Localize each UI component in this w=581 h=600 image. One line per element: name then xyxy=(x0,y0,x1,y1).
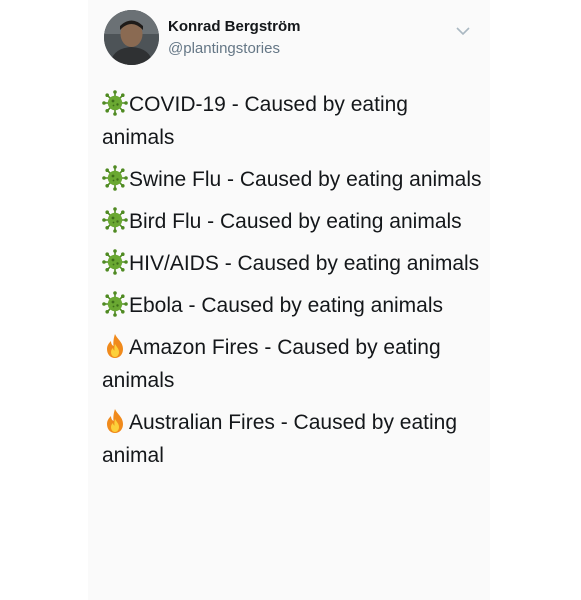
tweet-line: Swine Flu - Caused by eating animals xyxy=(102,163,482,196)
tweet-line: Australian Fires - Caused by eating anim… xyxy=(102,406,482,472)
fire-icon xyxy=(102,333,128,359)
virus-icon xyxy=(102,249,128,275)
author-handle[interactable]: @plantingstories xyxy=(168,40,280,57)
tweet-line: Ebola - Caused by eating animals xyxy=(102,289,482,322)
fire-icon xyxy=(102,408,128,434)
tweet-line-text: HIV/AIDS - Caused by eating animals xyxy=(129,252,480,275)
author-name[interactable]: Konrad Bergström xyxy=(168,18,301,35)
screenshot-page: Konrad Bergström @plantingstories COVID-… xyxy=(0,0,581,600)
chevron-down-icon[interactable] xyxy=(454,24,472,38)
virus-icon xyxy=(102,291,128,317)
tweet-line: COVID-19 - Caused by eating animals xyxy=(102,88,482,154)
virus-icon xyxy=(102,90,128,116)
tweet-line-text: COVID-19 - Caused by eating animals xyxy=(102,93,408,149)
tweet-line-text: Swine Flu - Caused by eating animals xyxy=(129,168,482,191)
virus-icon xyxy=(102,165,128,191)
avatar-image xyxy=(104,10,159,65)
tweet-line-text: Ebola - Caused by eating animals xyxy=(129,294,444,317)
tweet-line: Bird Flu - Caused by eating animals xyxy=(102,205,482,238)
virus-icon xyxy=(102,207,128,233)
tweet-line-text: Australian Fires - Caused by eating anim… xyxy=(102,411,457,467)
tweet-line-text: Bird Flu - Caused by eating animals xyxy=(129,210,462,233)
tweet-text: COVID-19 - Caused by eating animals Swine… xyxy=(102,88,482,481)
tweet-line-text: Amazon Fires - Caused by eating animals xyxy=(102,336,441,392)
tweet-line: HIV/AIDS - Caused by eating animals xyxy=(102,247,482,280)
avatar[interactable] xyxy=(104,10,159,65)
tweet-line: Amazon Fires - Caused by eating animals xyxy=(102,331,482,397)
tweet-header: Konrad Bergström @plantingstories xyxy=(104,10,484,70)
